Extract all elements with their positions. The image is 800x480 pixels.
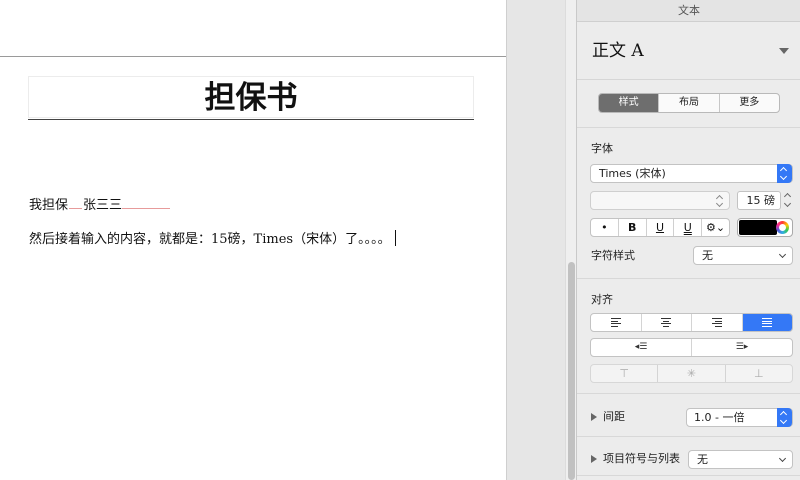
popup-arrows-icon[interactable] bbox=[777, 164, 792, 183]
guarantor-prefix: 我担保 bbox=[29, 198, 69, 213]
justify-button[interactable] bbox=[742, 314, 792, 331]
char-style-value: 无 bbox=[702, 249, 713, 262]
align-center-button[interactable] bbox=[642, 314, 692, 331]
title-text-box[interactable]: 担保书 bbox=[28, 76, 474, 118]
double-underline-button[interactable]: U bbox=[674, 219, 703, 236]
align-middle-icon: ✳ bbox=[686, 367, 697, 380]
font-section-label: 字体 bbox=[591, 142, 613, 155]
align-top-button[interactable]: ⊤ bbox=[591, 365, 659, 382]
align-left-button[interactable] bbox=[591, 314, 642, 331]
bullet-button[interactable]: • bbox=[591, 219, 619, 236]
popup-arrows-icon[interactable] bbox=[777, 408, 792, 427]
align-bottom-icon: ⊥ bbox=[754, 367, 764, 380]
font-family-select[interactable]: Times (宋体) bbox=[590, 164, 793, 183]
spacing-label[interactable]: 间距 bbox=[603, 410, 625, 424]
underline-button[interactable]: U bbox=[647, 219, 675, 236]
paragraph-style-selector[interactable]: 正文 A bbox=[577, 22, 800, 80]
justify-icon bbox=[762, 318, 773, 327]
paragraph-style-name: 正文 A bbox=[592, 41, 644, 61]
align-top-icon: ⊤ bbox=[619, 367, 629, 380]
disclosure-triangle-icon[interactable] bbox=[591, 455, 597, 463]
text-format-buttons: • B U U ⚙︎⌄ bbox=[590, 218, 730, 237]
popup-arrows-icon bbox=[715, 193, 725, 209]
color-swatch[interactable] bbox=[739, 220, 777, 235]
text-color-well[interactable] bbox=[737, 218, 793, 237]
char-style-select[interactable]: 无 bbox=[693, 246, 793, 265]
bullets-select[interactable]: 无 bbox=[688, 450, 793, 469]
section-divider bbox=[577, 127, 800, 128]
inspector-tabs: 样式 布局 更多 bbox=[598, 93, 780, 113]
align-left-icon bbox=[610, 318, 621, 327]
page-top-divider bbox=[0, 56, 506, 57]
body-line-guarantor[interactable]: 我担保 张三三 bbox=[29, 197, 171, 215]
document-title[interactable]: 担保书 bbox=[29, 77, 473, 119]
font-size-stepper[interactable] bbox=[783, 191, 793, 210]
section-divider bbox=[577, 393, 800, 394]
typeface-select[interactable] bbox=[590, 191, 730, 210]
vertical-alignment: ⊤ ✳ ⊥ bbox=[590, 364, 793, 383]
section-divider bbox=[577, 475, 800, 476]
align-center-icon bbox=[661, 318, 672, 327]
chevron-down-icon[interactable] bbox=[779, 48, 789, 54]
horizontal-alignment bbox=[590, 313, 793, 332]
guarantor-name: 张三三 bbox=[83, 198, 123, 213]
increase-indent-icon: ☰▸ bbox=[735, 342, 749, 352]
line-spacing-value: 1.0 - 一倍 bbox=[694, 411, 745, 424]
color-wheel-icon[interactable] bbox=[776, 221, 789, 234]
canvas-gutter bbox=[506, 0, 577, 480]
section-divider bbox=[577, 278, 800, 279]
format-inspector: 文本 正文 A 样式 布局 更多 字体 Times (宋体) 15 磅 • B … bbox=[576, 0, 800, 480]
increase-indent-button[interactable]: ☰▸ bbox=[692, 339, 792, 356]
align-bottom-button[interactable]: ⊥ bbox=[726, 365, 792, 382]
scrollbar-thumb[interactable] bbox=[568, 262, 575, 480]
bold-button[interactable]: B bbox=[619, 219, 647, 236]
text-options-gear-button[interactable]: ⚙︎⌄ bbox=[702, 219, 729, 236]
decrease-indent-button[interactable]: ◂☰ bbox=[591, 339, 692, 356]
align-middle-button[interactable]: ✳ bbox=[658, 365, 726, 382]
char-style-label: 字符样式 bbox=[591, 249, 635, 262]
blank-underline-tail bbox=[122, 208, 171, 209]
disclosure-triangle-icon[interactable] bbox=[591, 413, 597, 421]
inspector-header: 文本 bbox=[577, 0, 800, 22]
tab-more[interactable]: 更多 bbox=[720, 94, 779, 112]
chevron-down-icon bbox=[778, 454, 787, 463]
alignment-section-label: 对齐 bbox=[591, 293, 613, 306]
decrease-indent-icon: ◂☰ bbox=[634, 342, 648, 352]
body-line-content[interactable]: 然后接着输入的内容，就都是：15磅，Times（宋体）了。。。。 bbox=[29, 230, 396, 249]
tab-layout[interactable]: 布局 bbox=[659, 94, 720, 112]
text-caret bbox=[394, 230, 396, 246]
line-spacing-select[interactable]: 1.0 - 一倍 bbox=[686, 408, 793, 427]
indent-controls: ◂☰ ☰▸ bbox=[590, 338, 793, 357]
font-size-field[interactable]: 15 磅 bbox=[737, 191, 781, 210]
font-family-value: Times (宋体) bbox=[599, 167, 666, 180]
tab-style[interactable]: 样式 bbox=[599, 94, 660, 112]
blank-underline bbox=[69, 208, 83, 209]
align-right-button[interactable] bbox=[692, 314, 743, 331]
body-line-text: 然后接着输入的内容，就都是：15磅，Times（宋体）了。。。。 bbox=[29, 232, 391, 247]
title-underline bbox=[28, 119, 474, 120]
section-divider bbox=[577, 436, 800, 437]
document-canvas[interactable]: 担保书 我担保 张三三 然后接着输入的内容，就都是：15磅，Times（宋体）了。… bbox=[0, 0, 506, 480]
bullets-lists-label[interactable]: 项目符号与列表 bbox=[603, 452, 680, 466]
align-right-icon bbox=[711, 318, 722, 327]
bullets-value: 无 bbox=[697, 453, 708, 466]
chevron-down-icon bbox=[778, 250, 787, 259]
